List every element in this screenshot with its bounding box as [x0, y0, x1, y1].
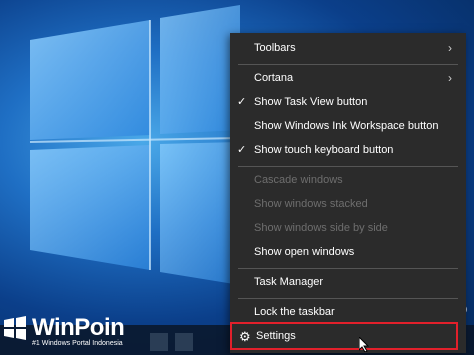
winpoin-watermark: WinPoin #1 Windows Portal Indonesia [2, 312, 142, 352]
menu-item-label: Task Manager [254, 276, 324, 288]
mouse-cursor-icon [359, 337, 369, 352]
menu-item-windows-stacked[interactable]: Show windows stacked [230, 193, 466, 217]
chevron-right-icon: › [448, 41, 452, 55]
watermark-subtitle: #1 Windows Portal Indonesia [32, 340, 123, 347]
menu-item-cascade-windows[interactable]: Cascade windows [230, 169, 466, 193]
menu-item-settings[interactable]: ⚙ Settings [230, 322, 458, 352]
checkmark-icon: ✓ [237, 96, 247, 108]
taskbar-app-icon[interactable] [150, 333, 168, 351]
menu-item-label: Show Task View button [254, 96, 368, 108]
taskbar-app-icon[interactable] [175, 333, 193, 351]
checkmark-icon: ✓ [237, 144, 247, 156]
menu-item-show-touch-keyboard[interactable]: ✓ Show touch keyboard button [230, 139, 466, 163]
menu-separator [238, 166, 458, 167]
winpoin-logo-icon [4, 316, 26, 340]
menu-item-windows-side-by-side[interactable]: Show windows side by side [230, 217, 466, 241]
menu-item-task-manager[interactable]: Task Manager [230, 271, 466, 295]
menu-item-toolbars[interactable]: Toolbars › [230, 37, 466, 61]
menu-item-label: Settings [256, 330, 296, 342]
menu-separator [238, 298, 458, 299]
chevron-right-icon: › [448, 71, 452, 85]
menu-item-label: Show windows side by side [254, 222, 388, 234]
taskbar-context-menu: Toolbars › Cortana › ✓ Show Task View bu… [230, 33, 466, 353]
menu-item-label: Show touch keyboard button [254, 144, 394, 156]
menu-item-label: Cascade windows [254, 174, 343, 186]
menu-item-label: Show windows stacked [254, 198, 368, 210]
menu-item-label: Show Windows Ink Workspace button [254, 120, 439, 132]
watermark-title: WinPoin [32, 314, 125, 341]
menu-item-show-open-windows[interactable]: Show open windows [230, 241, 466, 265]
menu-item-show-ink-workspace[interactable]: Show Windows Ink Workspace button [230, 115, 466, 139]
menu-item-label: Toolbars [254, 42, 296, 54]
menu-separator [238, 268, 458, 269]
menu-item-show-task-view[interactable]: ✓ Show Task View button [230, 91, 466, 115]
menu-item-label: Lock the taskbar [254, 306, 335, 318]
menu-separator [238, 64, 458, 65]
menu-item-label: Cortana [254, 72, 294, 84]
menu-item-label: Show open windows [254, 246, 355, 258]
menu-item-cortana[interactable]: Cortana › [230, 67, 466, 91]
gear-icon: ⚙ [239, 329, 251, 344]
